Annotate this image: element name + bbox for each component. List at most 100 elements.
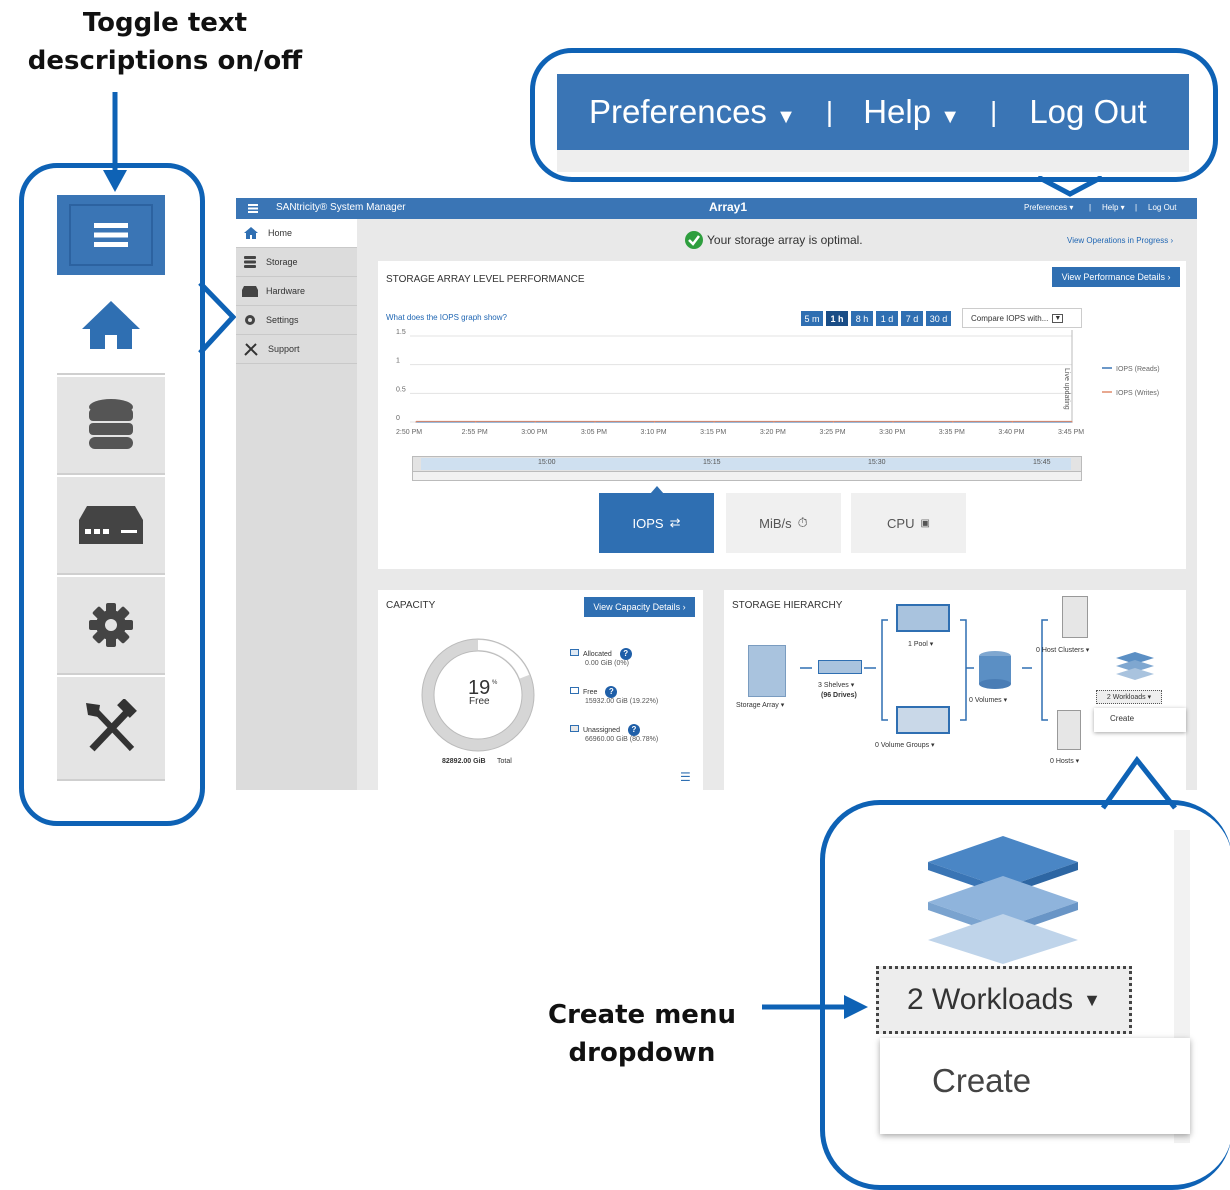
tools-icon [244, 343, 258, 356]
toggle-annotation-line1: Toggle text [82, 8, 248, 38]
operations-link[interactable]: View Operations in Progress › [1067, 236, 1173, 245]
live-updating-label: Live updating [1063, 368, 1070, 410]
metric-tab-mibs[interactable]: MiB/s ⏱ [726, 493, 841, 553]
x-tick-label: 3:35 PM [939, 429, 965, 436]
data-point [952, 421, 954, 423]
hamburger-icon[interactable] [248, 204, 258, 213]
toggle-annotation-line2: descriptions on/off [27, 46, 303, 76]
x-tick-label: 3:45 PM [1058, 429, 1084, 436]
create-annotation-line2: dropdown [568, 1038, 716, 1068]
range-1d[interactable]: 1 d [876, 311, 898, 326]
hosts-icon [1057, 710, 1081, 750]
zoom-sidebar-support[interactable] [57, 677, 165, 781]
volume-groups-label[interactable]: 0 Volume Groups ▾ [875, 741, 935, 749]
range-30d[interactable]: 30 d [926, 311, 951, 326]
slider-selection[interactable] [421, 458, 1071, 470]
nav-callout-pointer [1036, 176, 1104, 197]
status-message: Your storage array is optimal. [707, 233, 863, 247]
x-tick-label: 3:20 PM [760, 429, 786, 436]
data-point [653, 421, 656, 423]
zoom-create-menu-item[interactable]: Create [880, 1038, 1190, 1134]
create-annotation-line1: Create menu [548, 1000, 736, 1030]
x-tick-label: 3:00 PM [521, 429, 547, 436]
range-7d[interactable]: 7 d [901, 311, 923, 326]
zoom-sidebar-hardware[interactable] [57, 477, 165, 575]
x-tick-label: 3:25 PM [819, 429, 845, 436]
volumes-label[interactable]: 0 Volumes ▾ [969, 696, 1007, 704]
storage-array-label[interactable]: Storage Array ▾ [736, 701, 784, 709]
sidebar-item-hardware[interactable]: Hardware [236, 277, 357, 306]
legend-free: Free ? 15932.00 GiB (19.22%) [570, 686, 658, 705]
x-tick-label: 3:40 PM [998, 429, 1024, 436]
metric-tab-cpu[interactable]: CPU ▣ [851, 493, 966, 553]
metric-tab-iops[interactable]: IOPS ⇄ [599, 493, 714, 553]
create-annotation: Create menu dropdown [530, 996, 754, 1072]
zoom-top-nav: Preferences ▼ | Help ▼ | Log Out [557, 74, 1189, 150]
time-range-slider[interactable]: 15:00 15:15 15:30 15:45 [412, 456, 1082, 481]
range-8h[interactable]: 8 h [851, 311, 873, 326]
slider-tick-label: 15:30 [868, 459, 886, 466]
hosts-label[interactable]: 0 Hosts ▾ [1050, 757, 1079, 765]
zoom-help-menu[interactable]: Help ▼ [863, 93, 960, 131]
sidebar-item-support[interactable]: Support [236, 335, 357, 364]
range-1h[interactable]: 1 h [826, 311, 848, 326]
percent-sign: % [492, 680, 498, 686]
list-icon[interactable]: ☰ [680, 770, 691, 784]
hardware-icon [79, 506, 143, 544]
nav-preferences[interactable]: Preferences ▾ [1024, 203, 1073, 212]
iops-help-link[interactable]: What does the IOPS graph show? [386, 313, 507, 322]
pool-label[interactable]: 1 Pool ▾ [908, 640, 933, 648]
view-capacity-details-button[interactable]: View Capacity Details › [584, 597, 695, 617]
zoom-sidebar-settings[interactable] [57, 577, 165, 675]
sidebar-item-settings[interactable]: Settings [236, 306, 357, 335]
sidebar-callout-pointer [198, 281, 237, 355]
help-icon[interactable]: ? [605, 686, 618, 698]
host-clusters-label[interactable]: 0 Host Clusters ▾ [1036, 646, 1089, 654]
help-icon[interactable]: ? [619, 648, 632, 660]
slider-scrollbar[interactable] [413, 471, 1081, 480]
help-icon[interactable]: ? [627, 724, 640, 736]
workloads-dropdown[interactable]: 2 Workloads ▾ [1096, 690, 1162, 704]
zoom-nav-separator: | [990, 96, 998, 127]
zoom-nav-separator: | [825, 96, 834, 127]
x-tick-label: 3:30 PM [879, 429, 905, 436]
legend-swatch [570, 649, 579, 656]
nav-logout[interactable]: Log Out [1148, 203, 1176, 212]
nav-separator: | [1135, 203, 1138, 212]
shelves-label[interactable]: 3 Shelves ▾ [818, 681, 854, 689]
swap-icon: ⇄ [669, 515, 681, 530]
caret-down-icon: ▼ [776, 106, 796, 128]
zoom-logout-link[interactable]: Log Out [1029, 93, 1146, 131]
x-tick-label: 2:55 PM [462, 429, 488, 436]
zoom-sidebar-home[interactable] [57, 277, 165, 375]
chevron-down-icon: ▼ [1052, 313, 1064, 323]
y-tick-label: 1 [396, 358, 400, 365]
data-point [534, 421, 536, 423]
x-tick-label: 3:05 PM [581, 429, 607, 436]
compare-select[interactable]: Compare IOPS with... ▼ [962, 308, 1082, 328]
toggle-annotation: Toggle text descriptions on/off [20, 4, 310, 80]
total-label: Total [497, 758, 512, 765]
home-icon [82, 301, 140, 349]
volume-group-icon [896, 706, 950, 734]
nav-separator: | [1089, 203, 1092, 212]
view-performance-details-button[interactable]: View Performance Details › [1052, 267, 1180, 287]
range-5m[interactable]: 5 m [801, 311, 823, 326]
home-icon [244, 227, 258, 239]
zoom-workloads-dropdown[interactable]: 2 Workloads ▼ [876, 966, 1132, 1034]
sidebar-item-home[interactable]: Home [236, 219, 357, 248]
zoom-sidebar-storage[interactable] [57, 377, 165, 475]
drives-label: (96 Drives) [821, 692, 857, 699]
right-arrow [762, 995, 868, 1019]
data-point [475, 421, 477, 423]
workloads-create-menu-item[interactable]: Create [1094, 708, 1186, 732]
zoom-menu-toggle[interactable] [57, 195, 165, 275]
legend-label: IOPS (Writes) [1116, 390, 1159, 397]
sidebar-item-storage[interactable]: Storage [236, 248, 357, 277]
check-circle-icon [685, 231, 703, 249]
x-tick-label: 3:15 PM [700, 429, 726, 436]
hardware-icon [242, 285, 258, 297]
data-point [713, 421, 715, 423]
nav-help[interactable]: Help ▾ [1102, 203, 1125, 212]
zoom-preferences-menu[interactable]: Preferences ▼ [589, 93, 796, 131]
